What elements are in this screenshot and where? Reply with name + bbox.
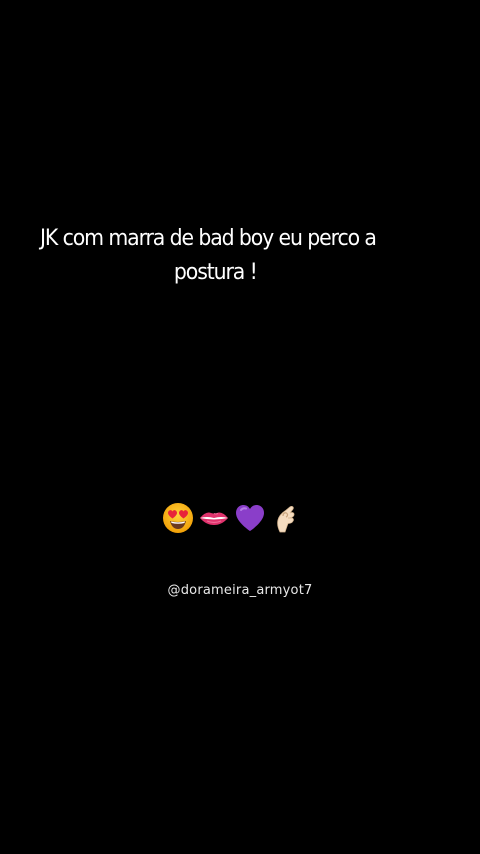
purple-heart-icon — [236, 505, 264, 531]
emoji-row — [162, 500, 302, 536]
pinching-hand-icon — [277, 505, 295, 533]
story-screen: JK com marra de bad boy eu perco a postu… — [0, 0, 480, 854]
caption-line-1: JK com marra de bad boy eu perco a — [40, 226, 377, 251]
author-handle: @dorameira_armyot7 — [167, 583, 313, 598]
heart-eyes-face-icon — [163, 503, 193, 533]
lips-icon — [200, 512, 228, 525]
caption-line-2: postura ! — [173, 260, 258, 285]
caption-text: JK com marra de bad boy eu perco a postu… — [40, 222, 412, 290]
